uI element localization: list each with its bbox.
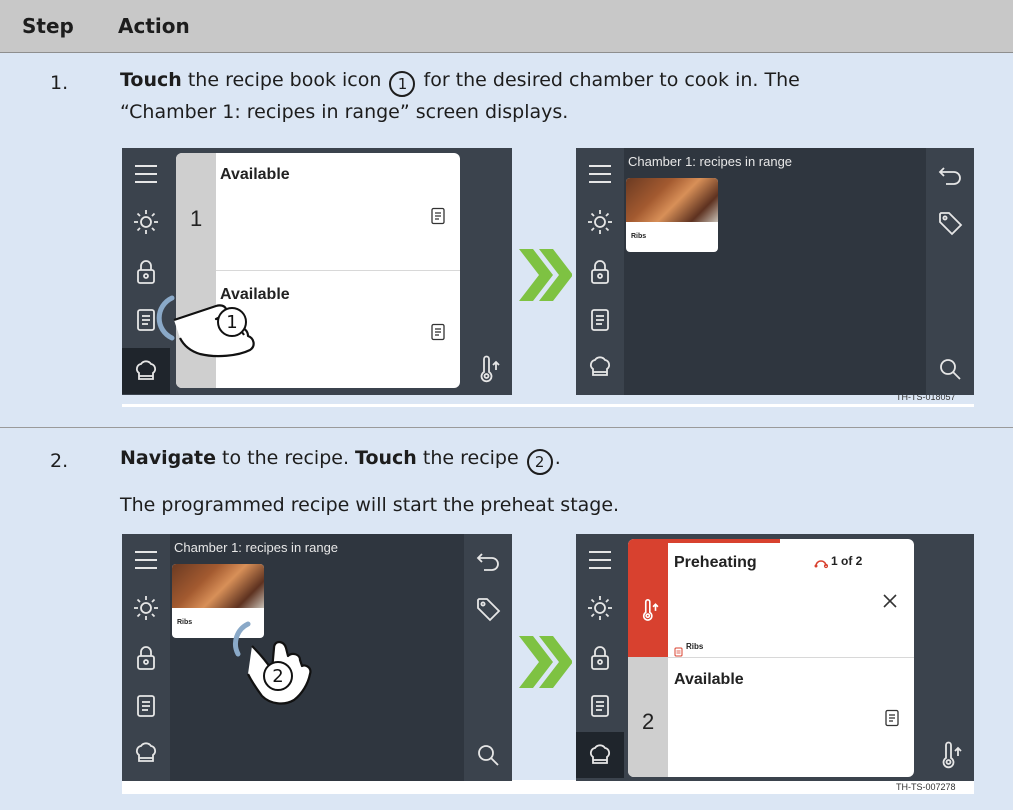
- step-2-text-part: to the recipe.: [216, 447, 356, 469]
- right-sidebar: [926, 148, 974, 395]
- menu-icon[interactable]: [584, 158, 616, 190]
- figure-2-strip: [122, 780, 974, 794]
- recipes-screen: Chamber 1: recipes in range Ribs: [576, 148, 974, 395]
- next-arrow-icon: [517, 245, 573, 305]
- tag-icon[interactable]: [934, 206, 966, 238]
- row-separator: [0, 427, 1013, 428]
- chamber-divider: [216, 270, 460, 271]
- recipe-book-icon[interactable]: [584, 690, 616, 722]
- preheat-screen: Preheating 1 of 2 Ribs Available 2: [576, 534, 974, 781]
- chef-hat-icon[interactable]: [130, 737, 162, 769]
- action-column-header: Action: [118, 14, 190, 38]
- menu-icon[interactable]: [130, 544, 162, 576]
- brightness-icon[interactable]: [130, 206, 162, 238]
- touch-keyword: Touch: [355, 447, 417, 469]
- chamber-1-status: Available: [220, 166, 290, 183]
- home-screen: Available 1 Available 2 1: [122, 148, 512, 395]
- recipe-name: Ribs: [177, 619, 193, 626]
- stage-icon: [814, 554, 829, 569]
- preheat-recipe-name: Ribs: [686, 642, 704, 651]
- left-sidebar: [576, 534, 624, 781]
- step-column-header: Step: [22, 14, 74, 38]
- recipes-screen-title: Chamber 1: recipes in range: [174, 540, 339, 555]
- search-icon[interactable]: [934, 353, 966, 385]
- navigate-keyword: Navigate: [120, 447, 217, 469]
- table-header: Step Action: [0, 0, 1013, 53]
- recipe-book-icon[interactable]: [130, 690, 162, 722]
- brightness-icon[interactable]: [584, 206, 616, 238]
- figure-2-tag: TH-TS-007278: [896, 782, 956, 792]
- right-sidebar: [464, 534, 512, 781]
- touch-gesture-callout-1: 1: [146, 278, 276, 358]
- callout-1-marker: 1: [389, 71, 416, 97]
- chamber-2-recipe-book-icon[interactable]: [430, 323, 446, 341]
- search-icon[interactable]: [472, 739, 504, 771]
- step-2-text-part: the recipe: [416, 447, 525, 469]
- step-2-text-part: .: [554, 447, 561, 469]
- step-2-text: Navigate to the recipe. Touch the recipe…: [120, 443, 980, 475]
- recipe-book-icon[interactable]: [584, 304, 616, 336]
- preheat-thermometer-icon[interactable]: [934, 739, 966, 771]
- chamber-2-number[interactable]: 2: [642, 709, 654, 735]
- step-1-text-part: for the desired chamber to cook in. The: [417, 69, 800, 91]
- lock-icon[interactable]: [130, 642, 162, 674]
- menu-icon[interactable]: [130, 158, 162, 190]
- step-1-text: Touch the recipe book icon 1 for the des…: [120, 65, 980, 128]
- right-sidebar: [464, 148, 512, 395]
- chamber-divider: [668, 657, 914, 658]
- chamber-1-status: Preheating: [674, 554, 757, 571]
- preheat-thermometer-icon[interactable]: [472, 353, 504, 385]
- recipes-screen-title: Chamber 1: recipes in range: [628, 154, 793, 169]
- back-icon[interactable]: [472, 544, 504, 576]
- brightness-icon[interactable]: [584, 592, 616, 624]
- step-1-text-part: the recipe book icon: [181, 69, 388, 91]
- chef-hat-icon[interactable]: [576, 732, 624, 778]
- step-1-text-line2: “Chamber 1: recipes in range” screen dis…: [120, 101, 569, 123]
- recipe-image: [626, 178, 718, 222]
- chamber-2-recipe-book-icon[interactable]: [884, 709, 900, 727]
- chamber-2-status: Available: [674, 671, 744, 688]
- close-icon[interactable]: [880, 591, 900, 611]
- callout-2-label: 2: [272, 666, 283, 687]
- step-2-number: 2.: [50, 450, 69, 472]
- touch-gesture-callout-2: 2: [218, 614, 318, 714]
- left-sidebar: [122, 534, 170, 781]
- callout-2-marker: 2: [526, 449, 553, 475]
- preheat-thermometer-icon: [636, 597, 662, 623]
- chamber-1-recipe-book-icon[interactable]: [430, 207, 446, 225]
- back-icon[interactable]: [934, 158, 966, 190]
- lock-icon[interactable]: [584, 642, 616, 674]
- step-1-number: 1.: [50, 72, 69, 94]
- recipe-name: Ribs: [631, 233, 647, 240]
- next-arrow-icon: [517, 632, 573, 692]
- lock-icon[interactable]: [584, 256, 616, 288]
- brightness-icon[interactable]: [130, 592, 162, 624]
- menu-icon[interactable]: [584, 544, 616, 576]
- recipe-book-small-icon: [674, 642, 683, 657]
- touch-keyword: Touch: [120, 69, 182, 91]
- recipe-card-ribs[interactable]: Ribs: [626, 178, 718, 252]
- preheat-progress-bar: [668, 539, 780, 543]
- recipe-image: [172, 564, 264, 608]
- left-sidebar: [576, 148, 624, 395]
- recipes-screen-touch: Chamber 1: recipes in range Ribs 2: [122, 534, 512, 781]
- chef-hat-icon[interactable]: [584, 351, 616, 383]
- figure-1-strip: [122, 404, 974, 407]
- right-sidebar: [926, 534, 974, 781]
- tag-icon[interactable]: [472, 592, 504, 624]
- chamber-list-card: Preheating 1 of 2 Ribs Available 2: [628, 539, 914, 777]
- callout-1-label: 1: [226, 312, 237, 333]
- stage-counter: 1 of 2: [831, 554, 863, 568]
- chamber-1-number[interactable]: 1: [190, 206, 202, 232]
- step-2-result-text: The programmed recipe will start the pre…: [120, 494, 620, 516]
